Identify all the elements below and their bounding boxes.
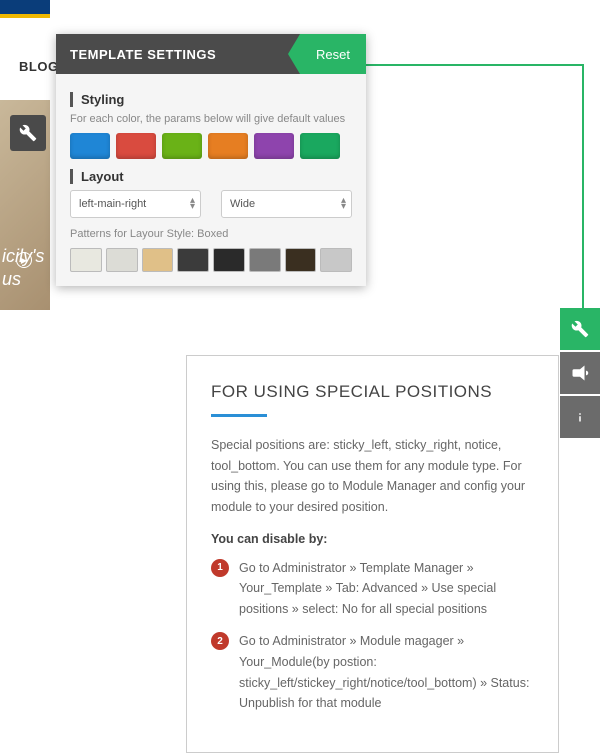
step-number: 2 — [211, 632, 229, 650]
layout-section-label: Layout — [70, 169, 352, 184]
color-swatch-0[interactable] — [70, 133, 110, 159]
step-row: 1 Go to Administrator » Template Manager … — [211, 558, 534, 620]
pattern-swatch-4[interactable] — [213, 248, 245, 272]
title-underline — [211, 414, 267, 417]
pattern-swatch-2[interactable] — [142, 248, 174, 272]
side-tabs — [560, 308, 600, 440]
color-swatch-3[interactable] — [208, 133, 248, 159]
top-accent-strip — [0, 0, 50, 20]
styling-hint: For each color, the params below will gi… — [70, 113, 352, 125]
template-settings-panel: TEMPLATE SETTINGS Reset Styling For each… — [56, 34, 366, 286]
wrench-icon — [19, 124, 37, 142]
panel-header: TEMPLATE SETTINGS Reset — [56, 34, 366, 74]
side-tab-announce[interactable] — [560, 352, 600, 394]
info-card: FOR USING SPECIAL POSITIONS Special posi… — [186, 355, 559, 753]
bullhorn-icon — [571, 364, 589, 382]
color-swatch-1[interactable] — [116, 133, 156, 159]
step-row: 2 Go to Administrator » Module magager » … — [211, 631, 534, 714]
pattern-swatch-3[interactable] — [177, 248, 209, 272]
layout-select-wrap: ▴▾ — [70, 190, 201, 218]
callout-connector — [360, 64, 584, 310]
color-swatch-4[interactable] — [254, 133, 294, 159]
step-text: Go to Administrator » Module magager » Y… — [239, 631, 534, 714]
reset-button[interactable]: Reset — [300, 34, 366, 74]
width-select[interactable] — [221, 190, 352, 218]
nav-area: BLOG — [0, 58, 59, 76]
settings-toggle-button[interactable] — [10, 115, 46, 151]
panel-title: TEMPLATE SETTINGS — [70, 47, 216, 62]
pattern-swatch-6[interactable] — [285, 248, 317, 272]
step-number: 1 — [211, 559, 229, 577]
info-paragraph: Special positions are: sticky_left, stic… — [211, 435, 534, 518]
color-swatches — [70, 133, 352, 159]
info-card-title: FOR USING SPECIAL POSITIONS — [211, 382, 534, 402]
width-select-wrap: ▴▾ — [221, 190, 352, 218]
wrench-icon — [571, 320, 589, 338]
disable-label: You can disable by: — [211, 532, 534, 546]
layout-select[interactable] — [70, 190, 201, 218]
color-swatch-2[interactable] — [162, 133, 202, 159]
pattern-swatch-1[interactable] — [106, 248, 138, 272]
patterns-label: Patterns for Layour Style: Boxed — [70, 228, 352, 240]
info-icon — [571, 408, 589, 426]
side-tab-info[interactable] — [560, 396, 600, 438]
styling-section-label: Styling — [70, 92, 352, 107]
pattern-swatch-7[interactable] — [320, 248, 352, 272]
nav-item-blog[interactable]: BLOG — [19, 59, 59, 74]
side-tab-tools[interactable] — [560, 308, 600, 350]
pattern-swatches — [70, 248, 352, 272]
pattern-swatch-5[interactable] — [249, 248, 281, 272]
hero-caption: icily's us — [0, 245, 50, 292]
pattern-swatch-0[interactable] — [70, 248, 102, 272]
step-text: Go to Administrator » Template Manager »… — [239, 558, 534, 620]
color-swatch-5[interactable] — [300, 133, 340, 159]
